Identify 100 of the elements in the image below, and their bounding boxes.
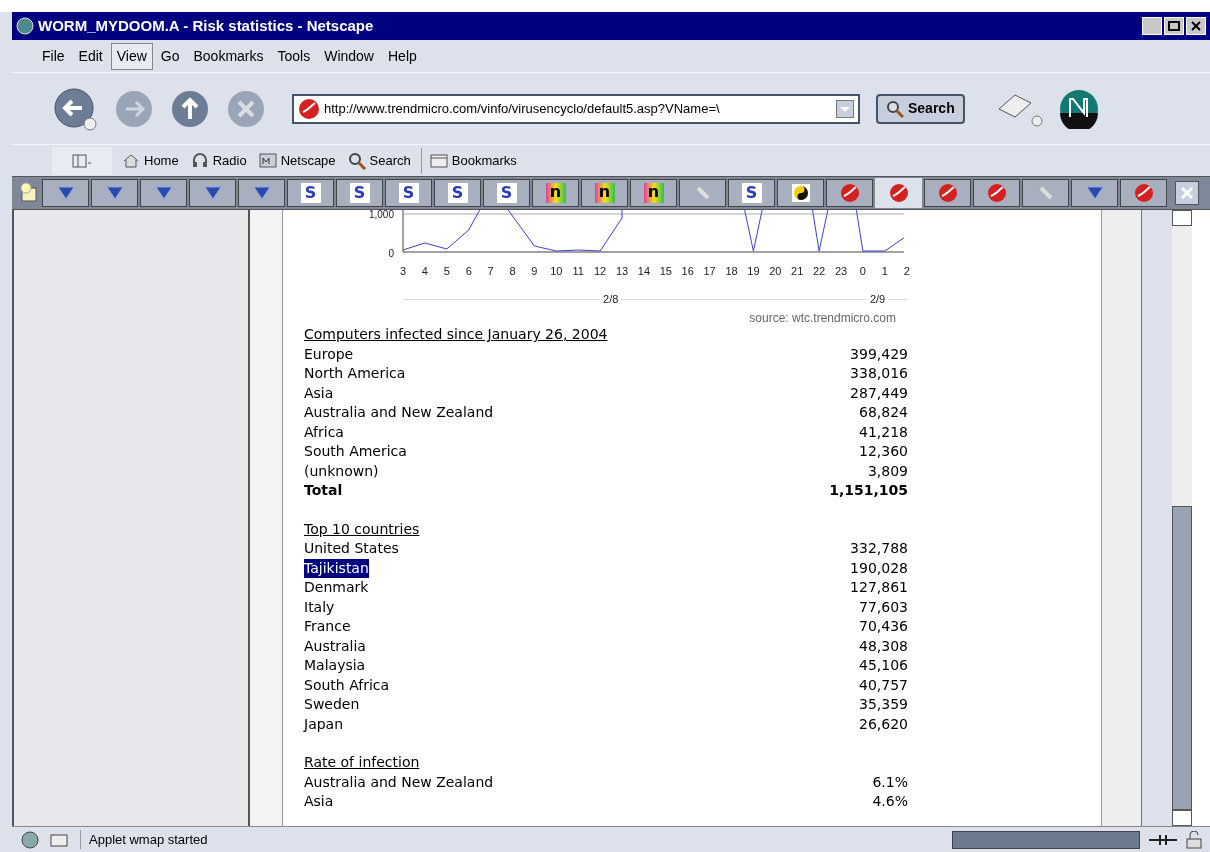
- browser-tab[interactable]: n: [630, 179, 677, 207]
- row-label: Australia: [304, 636, 366, 656]
- menu-item[interactable]: Tools: [271, 42, 317, 70]
- browser-tab[interactable]: n: [532, 179, 579, 207]
- toolbar-link[interactable]: Search: [345, 147, 413, 174]
- axis-label: 12: [592, 264, 608, 279]
- dropdown-icon[interactable]: [836, 99, 854, 118]
- menu-item[interactable]: Help: [382, 42, 423, 70]
- axis-label: 8: [508, 264, 517, 279]
- tab-letter: S: [447, 183, 468, 203]
- row-value: 48,308: [859, 636, 908, 656]
- browser-tab[interactable]: [679, 179, 726, 207]
- folder-icon: [429, 151, 448, 170]
- browser-tab[interactable]: S: [483, 179, 530, 207]
- headphones-icon: [190, 151, 209, 170]
- app-icon: [16, 17, 34, 35]
- axis-label: 17: [702, 264, 717, 279]
- close-button[interactable]: [1186, 17, 1206, 35]
- sidebar-toggle-button[interactable]: [52, 146, 112, 175]
- url-text: http://www.trendmicro.com/vinfo/virusencyclo/default5.asp?VName=\: [324, 99, 721, 118]
- axis-label: 23: [833, 264, 849, 279]
- row-value: 190,028: [850, 558, 908, 578]
- browser-tab[interactable]: S: [336, 179, 383, 207]
- row-value: 35,359: [859, 695, 908, 714]
- row-label: Sweden: [304, 695, 360, 714]
- row-value: 68,824: [859, 403, 908, 422]
- menu-item[interactable]: Bookmarks: [187, 42, 270, 70]
- row-value: 12,360: [859, 442, 908, 461]
- browser-tab[interactable]: [1022, 179, 1069, 207]
- site-icon: [298, 97, 320, 120]
- back-button[interactable]: [52, 85, 98, 132]
- menu-item[interactable]: Window: [318, 42, 380, 70]
- close-tab-button[interactable]: [1175, 181, 1199, 205]
- browser-tab[interactable]: S: [385, 179, 432, 207]
- url-field[interactable]: http://www.trendmicro.com/vinfo/virusencyclo/default5.asp?VName=\: [292, 93, 860, 124]
- row-value: 127,861: [850, 578, 908, 597]
- browser-tab[interactable]: n: [581, 179, 628, 207]
- axis-label: 11: [571, 264, 585, 279]
- row-label: South Africa: [304, 675, 390, 695]
- tab-letter: S: [349, 183, 370, 203]
- reload-button[interactable]: [170, 88, 210, 129]
- toolbar-link[interactable]: Radio: [188, 147, 249, 174]
- row-value: 77,603: [859, 597, 908, 617]
- row-value: 70,436: [859, 617, 908, 636]
- row-label: United States: [304, 539, 399, 558]
- tab-letter: S: [300, 183, 321, 203]
- axis-label: 21: [790, 264, 805, 279]
- globe-icon[interactable]: [20, 829, 40, 850]
- toolbar-link[interactable]: Netscape: [256, 147, 338, 174]
- axis-label: 10: [549, 264, 564, 279]
- row-label: Australia and New Zealand: [304, 772, 494, 792]
- axis-label: 18: [724, 264, 739, 279]
- row-value: 338,016: [850, 364, 908, 383]
- menu-item[interactable]: Go: [154, 42, 186, 70]
- browser-tab[interactable]: S: [434, 179, 481, 207]
- source-text: source: wtc.trendmicro.com: [749, 310, 896, 327]
- toolbar-link[interactable]: Bookmarks: [420, 147, 519, 174]
- ball-icon: [888, 183, 909, 203]
- total-label: Total: [304, 481, 343, 500]
- ball-icon: [839, 183, 860, 203]
- search-icon: [886, 99, 904, 118]
- row-value: 26,620: [859, 714, 908, 734]
- axis-label: 4: [420, 264, 429, 279]
- axis-label: 2: [902, 264, 911, 279]
- lock-icon[interactable]: [1186, 830, 1202, 849]
- maximize-button[interactable]: [1164, 17, 1184, 35]
- row-label: Australia and New Zealand: [304, 403, 494, 422]
- section-heading: Rate of infection: [304, 753, 421, 772]
- browser-tab[interactable]: [777, 179, 824, 207]
- axis-label: 14: [636, 264, 651, 279]
- tab-letter: S: [398, 183, 419, 203]
- section-heading: Computers infected since January 26, 2004: [304, 325, 609, 344]
- row-label: (unknown): [304, 461, 379, 481]
- search-button[interactable]: Search: [876, 93, 965, 124]
- section-heading: Top 10 countries: [304, 519, 421, 539]
- yin-yang-icon: [790, 183, 811, 203]
- row-label: Europe: [304, 344, 354, 364]
- row-label: Japan: [304, 714, 344, 734]
- menu-item[interactable]: View: [110, 42, 153, 70]
- row-label: France: [304, 617, 351, 636]
- row-label: Italy: [304, 597, 335, 617]
- axis-label: 22: [811, 264, 827, 279]
- browser-tab[interactable]: S: [728, 179, 775, 207]
- row-label: South America: [304, 442, 407, 461]
- row-label: Tajikistan: [304, 558, 369, 578]
- menu-item[interactable]: File: [36, 42, 71, 70]
- browser-tab[interactable]: S: [287, 179, 334, 207]
- toolbar-link[interactable]: Home: [120, 147, 181, 174]
- netscape-logo[interactable]: [1058, 88, 1099, 129]
- axis-label: 20: [768, 264, 783, 279]
- axis-label: 5: [442, 264, 451, 279]
- new-tab-icon[interactable]: [18, 182, 40, 204]
- row-label: Asia: [304, 792, 334, 811]
- tab-letter: S: [496, 183, 517, 203]
- scrollbar[interactable]: [1172, 210, 1192, 826]
- status-text: Applet wmap started: [80, 829, 208, 850]
- menu-item[interactable]: Edit: [72, 42, 109, 70]
- row-label: Malaysia: [304, 656, 366, 675]
- row-label: North America: [304, 364, 406, 383]
- maximize-icon: [1168, 21, 1180, 31]
